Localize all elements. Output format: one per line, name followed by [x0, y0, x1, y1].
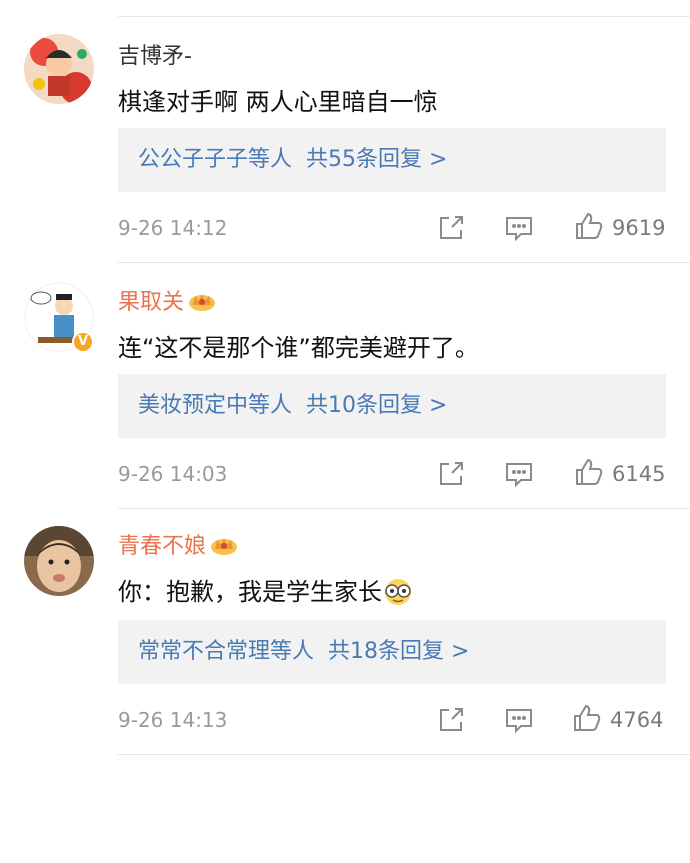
vip-crown-icon	[188, 290, 216, 312]
comment-text: 棋逢对手啊 两人心里暗自一惊	[118, 88, 438, 116]
vip-crown-icon	[210, 534, 238, 556]
username-text[interactable]: 果取关	[118, 290, 184, 315]
glasses-emoji-icon	[382, 578, 414, 606]
comment-text-content: 你：抱歉，我是学生家长	[118, 578, 382, 606]
like-icon[interactable]	[574, 211, 604, 241]
reply-suffix: 等人	[270, 639, 315, 664]
like-count: 4764	[610, 708, 664, 732]
timestamp: 9-26 14:03	[118, 462, 228, 486]
username[interactable]: 吉博矛-	[118, 38, 192, 70]
timestamp: 9-26 14:13	[118, 708, 228, 732]
comment-divider	[118, 508, 690, 509]
reply-names[interactable]: 公公子子子	[138, 147, 248, 172]
comment-text: 你：抱歉，我是学生家长	[118, 572, 414, 607]
username-text[interactable]: 青春不娘	[118, 534, 206, 559]
verified-badge-icon: V	[72, 331, 94, 353]
timestamp: 9-26 14:12	[118, 216, 228, 240]
share-icon[interactable]	[436, 705, 466, 735]
username[interactable]: 青春不娘	[118, 528, 238, 560]
comment-text: 连“这不是那个谁”都完美避开了。	[118, 334, 479, 362]
reply-names[interactable]: 常常不合常理	[138, 639, 270, 664]
like-icon[interactable]	[574, 457, 604, 487]
reply-names[interactable]: 美妆预定中	[138, 393, 248, 418]
like-count: 6145	[612, 462, 666, 486]
like-count: 9619	[612, 216, 666, 240]
reply-count-link[interactable]: 共18条回复 >	[328, 639, 469, 664]
username[interactable]: 果取关	[118, 284, 216, 316]
avatar[interactable]	[24, 34, 94, 104]
comment-icon[interactable]	[504, 213, 534, 243]
comment-divider	[118, 754, 690, 755]
comment-divider	[118, 262, 690, 263]
reply-count-link[interactable]: 共55条回复 >	[306, 147, 447, 172]
avatar[interactable]	[24, 526, 94, 596]
reply-suffix: 等人	[248, 393, 293, 418]
reply-suffix: 等人	[248, 147, 293, 172]
replies-preview[interactable]: 美妆预定中等人 共10条回复 >	[118, 374, 666, 438]
share-icon[interactable]	[436, 459, 466, 489]
comment-icon[interactable]	[504, 705, 534, 735]
reply-count-link[interactable]: 共10条回复 >	[306, 393, 447, 418]
replies-preview[interactable]: 常常不合常理等人 共18条回复 >	[118, 620, 666, 684]
top-divider	[118, 16, 690, 17]
comment-icon[interactable]	[504, 459, 534, 489]
share-icon[interactable]	[436, 213, 466, 243]
replies-preview[interactable]: 公公子子子等人 共55条回复 >	[118, 128, 666, 192]
like-icon[interactable]	[572, 703, 602, 733]
